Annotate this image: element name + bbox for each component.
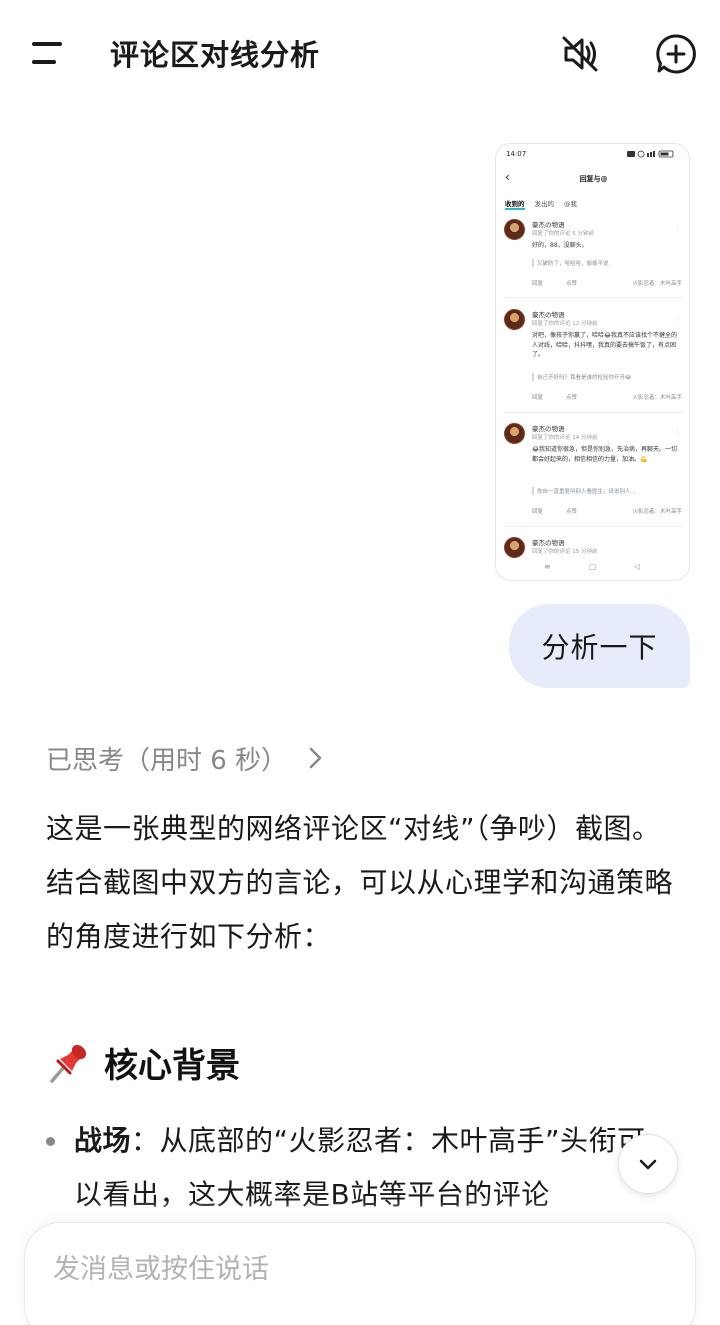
thinking-label: 已思考（用时 6 秒） bbox=[46, 745, 288, 776]
thumb-comment-quote: 又破防了，哈哈哈，偷偷不说 bbox=[532, 259, 682, 267]
thumb-comment-meta: 回复了你的评论 15 分钟前 bbox=[532, 549, 598, 555]
thumb-reply-label: 回复 bbox=[532, 509, 544, 515]
thumb-comment-text: 😂我知道你很急，但是你别急，先治病，再聊天。一切都会好起来的，相信相信的力量，加… bbox=[532, 446, 678, 463]
thumb-reply-label: 回复 bbox=[532, 281, 544, 287]
answer-intro: 这是一张典型的网络评论区“对线”（争吵）截图。结合截图中双方的言论，可以从心理学… bbox=[46, 812, 674, 953]
thumb-like-label: 点赞 bbox=[566, 509, 578, 515]
thinking-toggle[interactable]: 已思考（用时 6 秒） bbox=[46, 736, 325, 780]
thumb-like-label: 点赞 bbox=[566, 281, 578, 287]
thumb-source-label: 火影忍者：木叶高手 bbox=[632, 509, 682, 515]
home-nav-icon: ▢ bbox=[589, 562, 597, 571]
speaker-muted-icon[interactable] bbox=[558, 32, 602, 76]
thumb-comment-meta: 回复了你的评论 12 分钟前 bbox=[532, 321, 598, 327]
chevron-down-icon bbox=[639, 1159, 657, 1170]
top-bar: 评论区对线分析 bbox=[0, 0, 720, 108]
thumb-source-label: 火影忍者：木叶高手 bbox=[632, 395, 682, 401]
thumb-comment-author: 豪杰の物语 bbox=[532, 425, 565, 433]
section-heading: 核心背景 bbox=[46, 1030, 240, 1094]
thumb-comment-meta: 回复了你的评论 5 分钟前 bbox=[532, 231, 594, 237]
thumb-status-time: 14:07 bbox=[506, 150, 527, 158]
user-message-bubble: 分析一下 bbox=[509, 604, 690, 688]
thumb-tab: 发出的 bbox=[534, 200, 555, 208]
thumb-comment-author: 豪杰の物语 bbox=[532, 311, 565, 319]
thumb-comment-meta: 回复了你的评论 14 分钟前 bbox=[532, 435, 598, 441]
thumb-comment-quote: 你自一直重复叫别人看医生，说说别人… bbox=[532, 487, 682, 495]
thumb-comment-author: 豪杰の物语 bbox=[532, 539, 565, 547]
divider bbox=[504, 297, 683, 298]
bullet-body: ：从底部的“火影忍者：木叶高手”头衔可以看出，这大概率是B站等平台的评论 bbox=[74, 1124, 646, 1211]
thumb-comment-text: 对吧，像孩子你赢了，哈哈😂我真不应该找个不健全的人对线，哈哈，抖抖嘿，我真的要去… bbox=[532, 332, 678, 359]
message-input[interactable] bbox=[53, 1249, 653, 1289]
thumb-tabs: 收到的 发出的 @我 bbox=[505, 198, 577, 210]
thumb-comment-text: 好的，88，没聊头。 bbox=[532, 242, 588, 249]
avatar bbox=[504, 537, 525, 558]
back-nav-icon: ◁ bbox=[634, 562, 641, 571]
divider bbox=[504, 526, 683, 527]
thumb-tab: 收到的 bbox=[505, 200, 525, 210]
bullet-dot bbox=[46, 1137, 55, 1146]
menu-nav-icon: ≡ bbox=[544, 562, 551, 571]
menu-icon[interactable] bbox=[24, 34, 72, 74]
section-title: 核心背景 bbox=[104, 1045, 240, 1086]
attached-screenshot[interactable]: 14:07 ‹ 回复与@ 收到的 发出的 @我 豪杰の物语 回复了你的评论 5 … bbox=[495, 143, 690, 581]
message-composer bbox=[24, 1222, 696, 1325]
avatar bbox=[504, 309, 525, 330]
more-icon: ⋮ bbox=[675, 315, 681, 322]
pushpin-icon bbox=[50, 1044, 87, 1083]
status-icons bbox=[627, 150, 674, 158]
avatar bbox=[504, 219, 525, 240]
thumb-like-label: 点赞 bbox=[566, 395, 578, 401]
more-icon: ⋮ bbox=[675, 429, 681, 436]
bullet-label: 战场 bbox=[74, 1124, 132, 1157]
conversation-title: 评论区对线分析 bbox=[110, 38, 321, 72]
thumb-nav-bar: ≡ ▢ ◁ bbox=[496, 562, 689, 576]
new-chat-plus-icon[interactable] bbox=[654, 32, 698, 76]
chevron-right-icon bbox=[309, 747, 322, 769]
more-icon: ⋮ bbox=[675, 225, 681, 232]
thumb-page-title: 回复与@ bbox=[579, 175, 608, 183]
divider bbox=[504, 412, 683, 413]
avatar bbox=[504, 423, 525, 444]
thumb-reply-label: 回复 bbox=[532, 395, 544, 401]
thumb-tab: @我 bbox=[564, 200, 577, 208]
thumb-comment-quote: 自己不好吗？我看是谁的检验你开开😂 bbox=[532, 373, 682, 381]
thumb-source-label: 火影忍者：木叶高手 bbox=[632, 281, 682, 287]
thumb-comment-author: 豪杰の物语 bbox=[532, 221, 565, 229]
scroll-to-bottom-button[interactable] bbox=[618, 1134, 678, 1194]
